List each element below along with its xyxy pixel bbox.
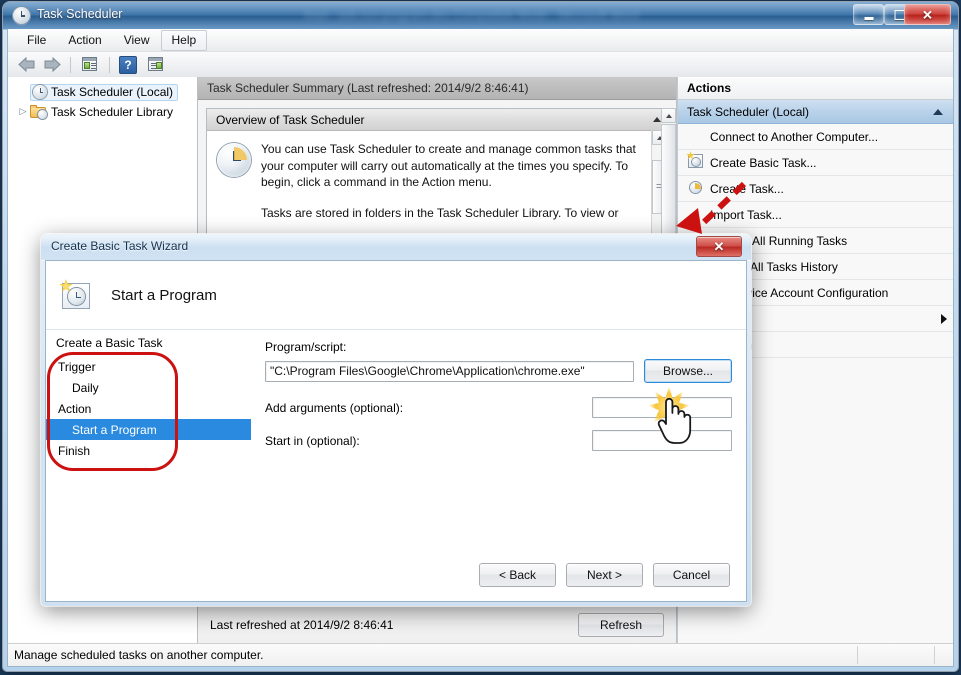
background-window-title: Sept - ask-run-program-dev Compatible Mo… xyxy=(303,8,639,22)
step-label: Finish xyxy=(58,443,91,458)
wizard-main: Create a Basic Task Trigger Daily Action… xyxy=(46,330,746,549)
wizard-titlebar: Create Basic Task Wizard ✕ xyxy=(41,234,751,261)
status-separator-1 xyxy=(857,646,858,664)
program-script-label: Program/script: xyxy=(265,340,347,354)
action-label: Connect to Another Computer... xyxy=(710,129,879,144)
summary-footer: Last refreshed at 2014/9/2 8:46:41 Refre… xyxy=(198,605,676,644)
status-separator-2 xyxy=(934,646,935,664)
tree-item-task-scheduler-library[interactable]: ▷ Task Scheduler Library xyxy=(8,102,197,121)
scroll-up-button-outer[interactable] xyxy=(661,108,676,123)
browse-button[interactable]: Browse... xyxy=(644,359,732,383)
tree-item-selected-wrap: Task Scheduler (Local) xyxy=(30,84,179,101)
action-import-task[interactable]: Import Task... xyxy=(678,202,953,228)
window-titlebar: Sept - ask-run-program-dev Compatible Mo… xyxy=(3,2,958,30)
summary-header: Task Scheduler Summary (Last refreshed: … xyxy=(198,77,676,100)
cancel-button[interactable]: Cancel xyxy=(653,563,730,587)
task-icon xyxy=(688,180,710,197)
overview-paragraph-2: Tasks are stored in folders in the Task … xyxy=(261,205,619,220)
chevron-right-icon[interactable]: ▷ xyxy=(16,106,30,117)
chevron-up-icon[interactable] xyxy=(933,108,943,115)
start-in-row: Start in (optional): xyxy=(265,430,732,451)
step-label: Start a Program xyxy=(72,422,157,437)
add-arguments-input[interactable] xyxy=(592,397,732,418)
add-arguments-label: Add arguments (optional): xyxy=(265,400,404,415)
step-finish[interactable]: Finish xyxy=(46,440,251,461)
forward-button[interactable] xyxy=(41,55,63,74)
action-label: Import Task... xyxy=(710,207,782,222)
status-bar-text: Manage scheduled tasks on another comput… xyxy=(14,648,264,662)
action-connect-to-another-computer[interactable]: Connect to Another Computer... xyxy=(678,124,953,150)
wizard-header-title: Start a Program xyxy=(111,286,217,304)
actions-pane-title: Actions xyxy=(678,77,953,100)
menu-view[interactable]: View xyxy=(113,30,161,51)
start-in-input[interactable] xyxy=(592,430,732,451)
wizard-title: Create Basic Task Wizard xyxy=(51,239,189,253)
menu-file[interactable]: File xyxy=(16,30,57,51)
step-daily[interactable]: Daily xyxy=(46,377,251,398)
next-button[interactable]: Next > xyxy=(566,563,643,587)
minimize-button[interactable] xyxy=(853,4,884,25)
wizard-close-button[interactable]: ✕ xyxy=(696,236,742,257)
start-a-program-icon xyxy=(59,279,93,311)
overview-header[interactable]: Overview of Task Scheduler xyxy=(207,109,667,131)
tree-item-label: Task Scheduler (Local) xyxy=(51,85,174,99)
program-script-input[interactable]: "C:\Program Files\Google\Chrome\Applicat… xyxy=(265,360,634,382)
new-task-icon xyxy=(686,151,710,171)
wizard-form: Program/script: "C:\Program Files\Google… xyxy=(251,330,746,549)
task-scheduler-icon xyxy=(13,7,30,24)
wizard-body: Start a Program Create a Basic Task Trig… xyxy=(45,260,747,602)
create-basic-task-wizard-dialog: Create Basic Task Wizard ✕ Start a Progr… xyxy=(41,234,751,606)
add-arguments-row: Add arguments (optional): xyxy=(265,397,732,418)
toolbar-separator xyxy=(70,56,71,73)
overview-text: You can use Task Scheduler to create and… xyxy=(261,141,657,235)
step-action[interactable]: Action xyxy=(46,398,251,419)
program-script-row: "C:\Program Files\Google\Chrome\Applicat… xyxy=(265,359,732,383)
action-label: Create Basic Task... xyxy=(710,155,817,170)
start-in-label: Start in (optional): xyxy=(265,433,360,448)
task-scheduler-clock-icon xyxy=(217,143,251,177)
show-hide-console-tree-icon[interactable] xyxy=(78,54,102,75)
step-trigger[interactable]: Trigger xyxy=(46,356,251,377)
overview-paragraph-1: You can use Task Scheduler to create and… xyxy=(261,142,636,189)
step-label: Trigger xyxy=(58,359,96,374)
step-label: Action xyxy=(58,401,92,416)
submenu-arrow-icon[interactable] xyxy=(941,313,947,324)
close-button[interactable]: ✕ xyxy=(904,4,951,25)
wizard-footer: < Back Next > Cancel xyxy=(46,549,746,601)
tree-item-task-scheduler-local[interactable]: Task Scheduler (Local) xyxy=(8,83,197,102)
help-icon[interactable]: ? xyxy=(119,55,137,74)
menu-help[interactable]: Help xyxy=(160,29,208,51)
clock-icon xyxy=(33,85,47,99)
show-hide-action-pane-icon[interactable] xyxy=(144,54,168,75)
wizard-header: Start a Program xyxy=(46,261,746,330)
refresh-button[interactable]: Refresh xyxy=(578,613,664,637)
actions-group-header[interactable]: Task Scheduler (Local) xyxy=(678,100,953,124)
close-icon: ✕ xyxy=(713,238,725,254)
collapse-caret-icon[interactable] xyxy=(653,117,661,122)
action-create-basic-task[interactable]: Create Basic Task... xyxy=(678,150,953,176)
step-label: Daily xyxy=(72,380,99,395)
menu-bar: File Action View Help xyxy=(8,29,953,52)
tree-item-label: Task Scheduler Library xyxy=(51,104,174,119)
folder-icon xyxy=(30,105,47,119)
action-create-task[interactable]: Create Task... xyxy=(678,176,953,202)
step-start-a-program[interactable]: Start a Program xyxy=(46,419,251,440)
close-icon: ✕ xyxy=(922,7,933,22)
wizard-steps-list: Create a Basic Task Trigger Daily Action… xyxy=(46,330,251,549)
toolbar-separator-2 xyxy=(109,56,110,73)
overview-content: You can use Task Scheduler to create and… xyxy=(207,131,667,235)
window-title: Task Scheduler xyxy=(37,7,123,21)
toolbar: ? xyxy=(8,52,953,78)
menu-action[interactable]: Action xyxy=(57,30,112,51)
action-label: Create Task... xyxy=(710,181,784,196)
back-button[interactable] xyxy=(16,55,38,74)
status-bar: Manage scheduled tasks on another comput… xyxy=(8,643,953,666)
wizard-steps-caption: Create a Basic Task xyxy=(56,336,163,350)
actions-group-label: Task Scheduler (Local) xyxy=(687,104,810,119)
overview-title: Overview of Task Scheduler xyxy=(216,112,365,127)
last-refreshed-label: Last refreshed at 2014/9/2 8:46:41 xyxy=(210,618,394,632)
back-button[interactable]: < Back xyxy=(479,563,556,587)
